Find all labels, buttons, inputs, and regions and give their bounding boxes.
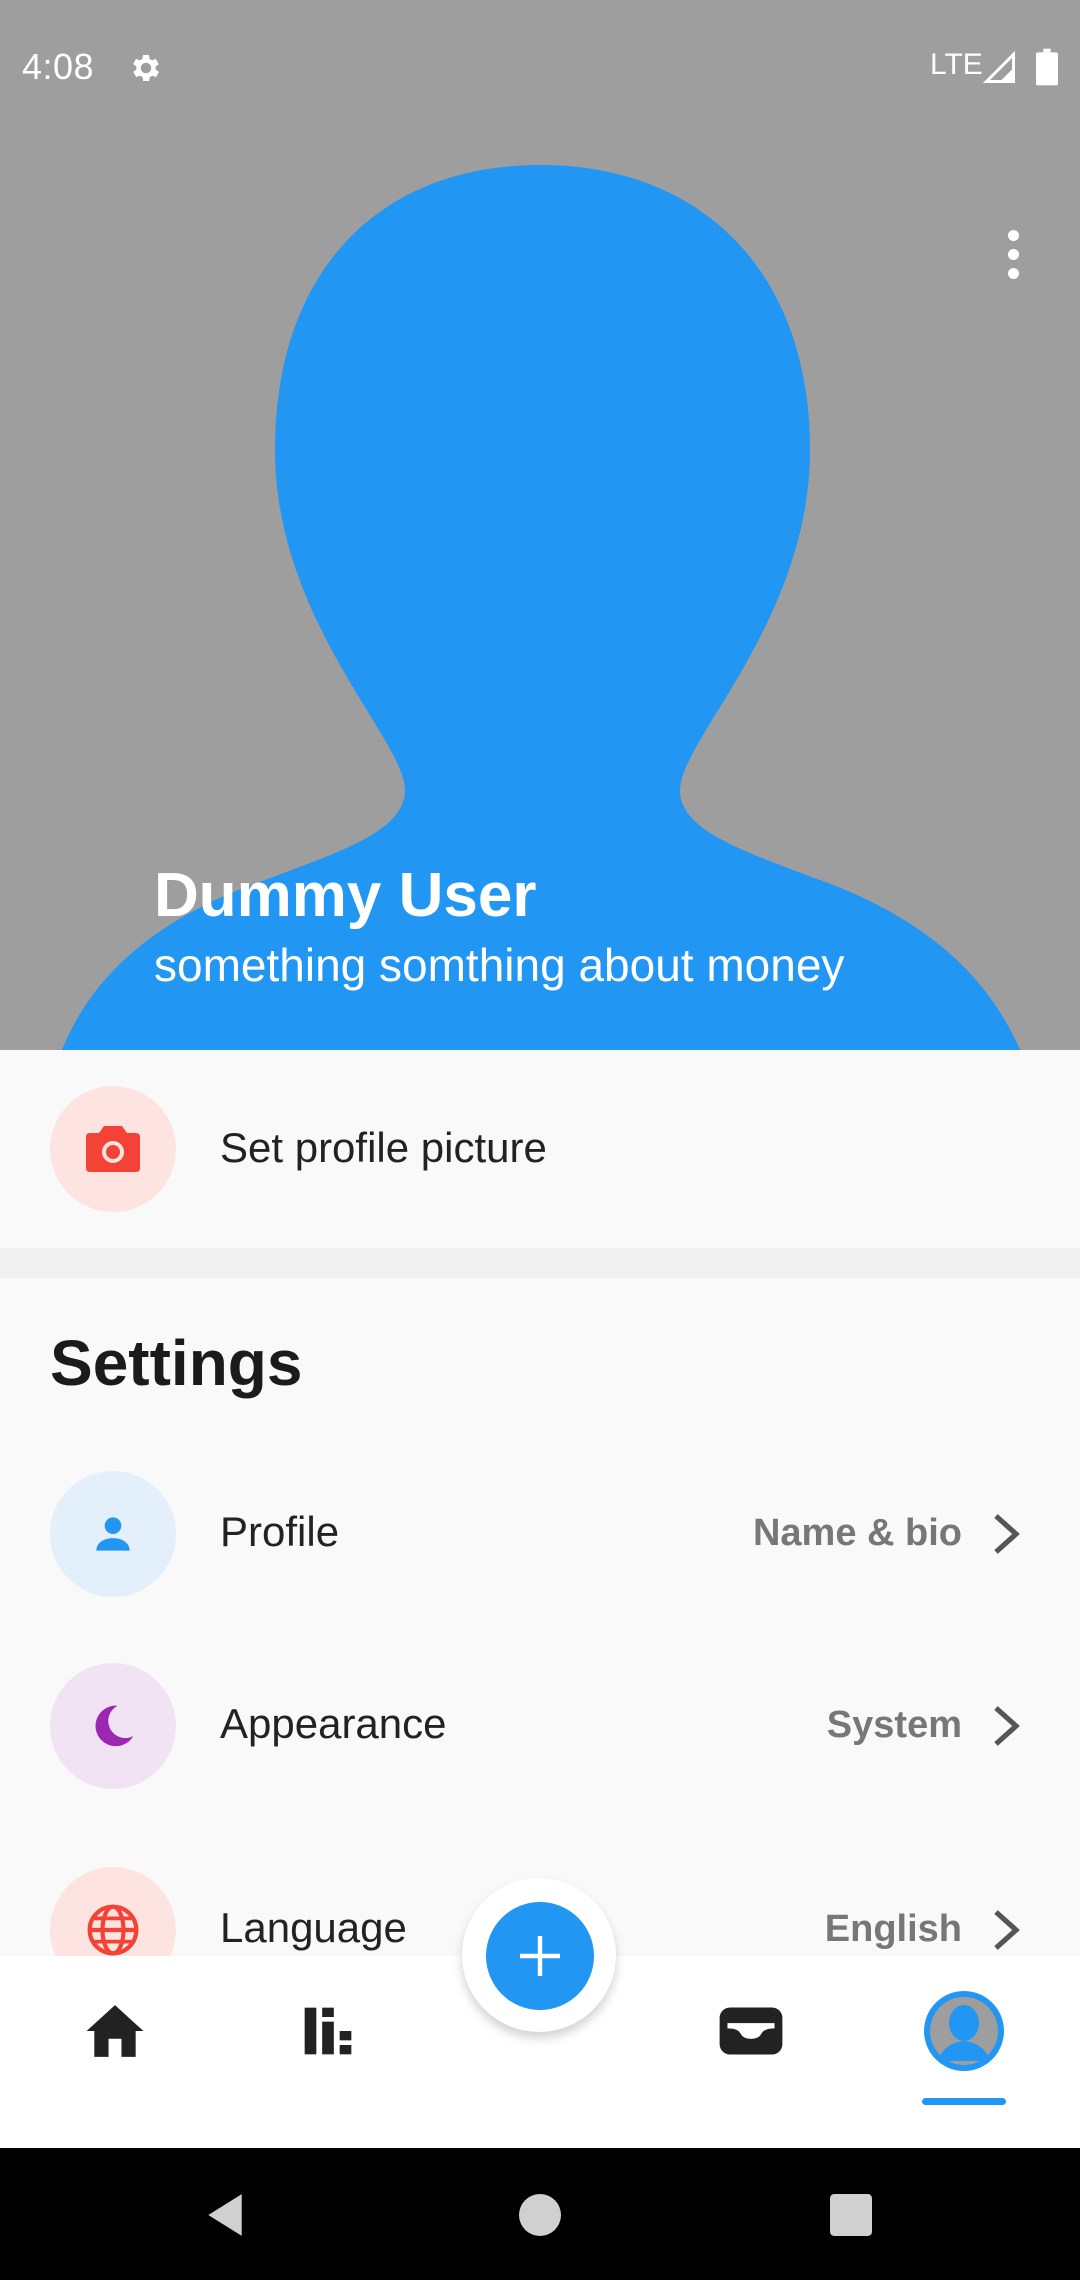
more-vert-icon[interactable]: [996, 230, 1030, 290]
person-icon: [50, 1471, 176, 1597]
wallet-icon[interactable]: [716, 1996, 786, 2066]
set-profile-picture-row[interactable]: Set profile picture: [0, 1050, 1080, 1248]
settings-item-profile[interactable]: Profile Name & bio: [0, 1456, 1080, 1616]
back-icon[interactable]: [204, 2192, 246, 2238]
chevron-right-icon: [994, 1706, 1020, 1746]
home-button-icon[interactable]: [519, 2194, 561, 2236]
profile-header: 4:08 LTE Dummy User something somthing a…: [0, 0, 1080, 1050]
recents-icon[interactable]: [830, 2194, 872, 2236]
globe-icon: [50, 1867, 176, 1956]
battery-icon: [1036, 48, 1058, 86]
stats-icon[interactable]: [293, 1996, 363, 2066]
network-type: LTE: [930, 48, 983, 81]
add-icon: [520, 1936, 560, 1976]
status-time: 4:08: [22, 46, 95, 87]
settings-item-appearance[interactable]: Appearance System: [0, 1648, 1080, 1808]
set-profile-picture-label: Set profile picture: [220, 1124, 547, 1171]
status-bar: 4:08 LTE: [0, 0, 1080, 136]
chevron-right-icon: [994, 1910, 1020, 1950]
profile-icon[interactable]: [922, 1989, 1006, 2073]
add-button[interactable]: [486, 1902, 594, 2010]
user-bio: something somthing about money: [154, 939, 845, 991]
settings-item-value: English: [824, 1908, 962, 1950]
settings-title: Settings: [50, 1327, 303, 1399]
settings-item-label: Profile: [220, 1508, 340, 1555]
signal-icon: [982, 50, 1015, 83]
gear-icon: [133, 54, 160, 82]
settings-item-label: Appearance: [220, 1700, 447, 1747]
active-tab-indicator: [922, 2098, 1006, 2105]
system-navigation-bar: [0, 2148, 1080, 2280]
chevron-right-icon: [994, 1514, 1020, 1554]
camera-icon: [50, 1086, 176, 1212]
section-divider: [0, 1248, 1080, 1278]
settings-item-value: System: [826, 1704, 962, 1746]
home-icon[interactable]: [80, 1996, 150, 2066]
settings-item-label: Language: [220, 1904, 407, 1951]
settings-item-value: Name & bio: [752, 1512, 962, 1554]
moon-icon: [50, 1663, 176, 1789]
user-name: Dummy User: [154, 861, 537, 930]
